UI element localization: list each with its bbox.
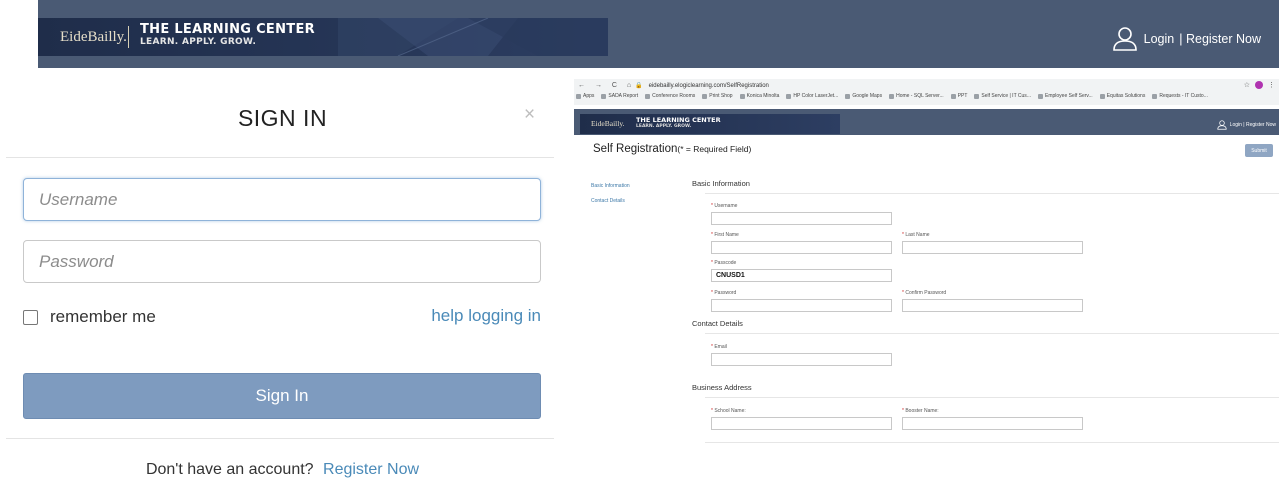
remember-me-label[interactable]: remember me <box>50 307 156 327</box>
menu-icon[interactable]: ⋮ <box>1268 81 1275 89</box>
bookmark-item[interactable]: Google Maps <box>845 93 882 99</box>
section-divider <box>705 442 1279 443</box>
sign-in-modal: SIGN IN × remember me help logging in Si… <box>0 68 565 481</box>
logo-divider <box>128 26 129 48</box>
section-divider <box>705 193 1279 194</box>
header-user-area: Login | Register Now <box>1112 26 1261 52</box>
section-business-address: Business Address <box>692 383 752 392</box>
email-label: * Email <box>711 344 727 350</box>
last-name-label: * Last Name <box>902 232 930 238</box>
submit-button[interactable]: Submit <box>1245 144 1273 157</box>
site-header: EideBailly. THE LEARNING CENTER LEARN. A… <box>38 0 1279 68</box>
registration-site-header: EideBailly. THE LEARNING CENTER LEARN. A… <box>574 109 1279 135</box>
required-field-note: (* = Required Field) <box>677 144 752 154</box>
bookmark-item[interactable]: SADA Report <box>601 93 638 99</box>
school-name-label: * School Name: <box>711 408 746 414</box>
username-input[interactable] <box>23 178 541 221</box>
no-account-text: Don't have an account? <box>145 461 314 478</box>
page-title: Self Registration(* = Required Field) <box>593 143 751 155</box>
help-logging-in-link[interactable]: help logging in <box>431 306 541 326</box>
banner-decoration <box>338 18 608 56</box>
registration-screenshot: ← → C ⌂ 🔒 eidebailly.elogiclearning.com/… <box>574 79 1279 481</box>
bookmark-item[interactable]: Self Service | IT Cus... <box>974 93 1031 99</box>
first-name-field[interactable] <box>711 241 892 254</box>
title-divider <box>6 157 554 158</box>
lock-icon: 🔒 <box>635 83 643 89</box>
brand-title: THE LEARNING CENTER <box>140 22 315 37</box>
passcode-label: * Passcode <box>711 260 737 266</box>
last-name-field[interactable] <box>902 241 1083 254</box>
bookmark-item[interactable]: Apps <box>576 93 594 99</box>
page: EideBailly. THE LEARNING CENTER LEARN. A… <box>0 0 1279 481</box>
email-field[interactable] <box>711 353 892 366</box>
learning-center-banner: EideBailly. THE LEARNING CENTER LEARN. A… <box>580 114 840 134</box>
password-input[interactable] <box>23 240 541 283</box>
sidebar-item-basic-information[interactable]: Basic Information <box>591 183 630 189</box>
login-register-links[interactable]: Login | Register Now <box>1230 122 1276 128</box>
section-basic-information: Basic Information <box>692 179 750 188</box>
sidebar-item-contact-details[interactable]: Contact Details <box>591 198 625 204</box>
user-icon[interactable] <box>1112 26 1138 52</box>
bookmark-item[interactable]: Konica Minolta <box>739 93 779 99</box>
browser-chrome: ← → C ⌂ 🔒 eidebailly.elogiclearning.com/… <box>574 79 1279 105</box>
user-icon[interactable] <box>1217 120 1227 130</box>
section-divider <box>705 397 1279 398</box>
address-bar: ← → C ⌂ 🔒 eidebailly.elogiclearning.com/… <box>574 80 769 91</box>
school-name-field[interactable] <box>711 417 892 430</box>
bookmark-item[interactable]: Equitas Solutions <box>1099 93 1145 99</box>
password-field[interactable] <box>711 299 892 312</box>
first-name-label: * First Name <box>711 232 739 238</box>
bookmark-item[interactable]: Employee Self Serv... <box>1037 93 1093 99</box>
page-title-text: Self Registration <box>593 143 678 155</box>
remember-me-checkbox[interactable] <box>23 309 38 325</box>
modal-title: SIGN IN <box>237 105 328 131</box>
bookmark-item[interactable]: PPT <box>950 93 967 99</box>
confirm-password-field[interactable] <box>902 299 1083 312</box>
close-icon[interactable]: × <box>524 104 535 126</box>
brand-title: THE LEARNING CENTER <box>636 116 721 124</box>
star-icon[interactable]: ☆ <box>1244 81 1250 89</box>
register-prompt: Don't have an account? Register Now <box>0 461 565 479</box>
register-now-link[interactable]: | Register Now <box>1179 32 1261 46</box>
section-contact-details: Contact Details <box>692 319 743 328</box>
url-text[interactable]: eidebailly.elogiclearning.com/SelfRegist… <box>649 83 769 89</box>
remember-me: remember me <box>23 307 156 327</box>
bookmark-item[interactable]: HP Color LaserJet... <box>786 93 838 99</box>
sign-in-button[interactable]: Sign In <box>23 373 541 419</box>
brand-tagline: LEARN. APPLY. GROW. <box>636 124 692 129</box>
eide-bailly-logo: EideBailly. <box>591 119 625 128</box>
bookmarks-bar: Apps SADA Report Conference Rooms Print … <box>576 93 1215 99</box>
passcode-field[interactable] <box>711 269 892 282</box>
eide-bailly-logo: EideBailly. <box>60 29 127 45</box>
learning-center-banner: EideBailly. THE LEARNING CENTER LEARN. A… <box>38 18 608 56</box>
confirm-password-label: * Confirm Password <box>902 290 947 296</box>
bookmark-item[interactable]: Requests - IT Custo... <box>1152 93 1208 99</box>
register-now-link[interactable]: Register Now <box>323 461 419 478</box>
header-user-area: Login | Register Now <box>1217 120 1276 130</box>
profile-avatar[interactable] <box>1255 81 1263 89</box>
booster-name-field[interactable] <box>902 417 1083 430</box>
login-link[interactable]: Login <box>1144 32 1175 46</box>
footer-divider <box>6 438 554 439</box>
booster-name-label: * Booster Name: <box>902 408 939 414</box>
bookmark-item[interactable]: Home - SQL Server... <box>889 93 944 99</box>
bookmark-item[interactable]: Conference Rooms <box>645 93 695 99</box>
password-label: * Password <box>711 290 737 296</box>
bookmark-item[interactable]: Print Shop <box>702 93 733 99</box>
browser-nav-icons[interactable]: ← → C ⌂ <box>578 82 635 89</box>
section-divider <box>705 333 1279 334</box>
brand-tagline: LEARN. APPLY. GROW. <box>140 37 257 47</box>
username-field[interactable] <box>711 212 892 225</box>
username-label: * Username <box>711 203 738 209</box>
browser-toolbar-right: ☆ ⋮ <box>1244 81 1275 89</box>
